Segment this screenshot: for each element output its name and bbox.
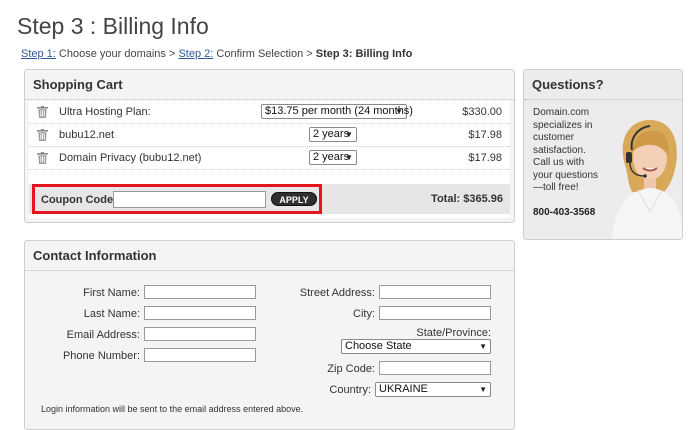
- contact-information-title: Contact Information: [25, 241, 514, 271]
- select-value: 2 years: [313, 151, 350, 163]
- contact-information-panel: Contact Information First Name: Last Nam…: [24, 240, 515, 430]
- questions-title: Questions?: [524, 70, 682, 100]
- dropdown-arrow-icon: ▼: [479, 385, 487, 394]
- dropdown-arrow-icon: ▼: [395, 107, 403, 116]
- cart-item-name: Ultra Hosting Plan:: [59, 106, 151, 118]
- breadcrumb-step1-text: Choose your domains >: [55, 48, 179, 60]
- cart-row: Ultra Hosting Plan: $13.75 per month (24…: [29, 101, 510, 124]
- support-agent-image: [612, 119, 682, 239]
- country-select[interactable]: UKRAINE ▼: [375, 382, 491, 397]
- trash-icon[interactable]: [37, 129, 48, 141]
- state-select[interactable]: Choose State ▼: [341, 339, 491, 354]
- coupon-label: Coupon Code:: [41, 194, 117, 206]
- cart-row: Domain Privacy (bubu12.net) 2 years ▼ $17…: [29, 147, 510, 170]
- street-address-label: Street Address:: [299, 287, 375, 299]
- last-name-field[interactable]: [144, 306, 256, 320]
- cart-items: Ultra Hosting Plan: $13.75 per month (24…: [29, 101, 510, 218]
- last-name-label: Last Name:: [83, 308, 140, 320]
- support-phone: 800-403-3568: [533, 207, 596, 218]
- breadcrumb-step2-text: Confirm Selection >: [213, 48, 316, 60]
- domain-term-select[interactable]: 2 years ▼: [309, 127, 357, 142]
- dropdown-arrow-icon: ▼: [345, 153, 353, 162]
- dropdown-arrow-icon: ▼: [479, 342, 487, 351]
- apply-button[interactable]: APPLY: [271, 192, 317, 206]
- email-field[interactable]: [144, 327, 256, 341]
- city-label: City:: [353, 308, 375, 320]
- questions-text: Domain.com specializes in customer satis…: [533, 107, 599, 193]
- cart-item-price: $17.98: [468, 129, 502, 141]
- shopping-cart-panel: Shopping Cart Ultra Hosting Plan: $13.75…: [24, 69, 515, 223]
- phone-field[interactable]: [144, 348, 256, 362]
- cart-total: Total: $365.96: [431, 193, 503, 205]
- select-value: UKRAINE: [379, 383, 428, 395]
- page-title: Step 3 : Billing Info: [17, 13, 209, 39]
- select-value: 2 years: [313, 128, 350, 140]
- breadcrumb-current-step: Step 3: Billing Info: [315, 48, 413, 60]
- first-name-label: First Name:: [83, 287, 140, 299]
- first-name-field[interactable]: [144, 285, 256, 299]
- zip-code-field[interactable]: [379, 361, 491, 375]
- city-field[interactable]: [379, 306, 491, 320]
- cart-row: bubu12.net 2 years ▼ $17.98: [29, 124, 510, 147]
- cart-item-name: bubu12.net: [59, 129, 115, 141]
- select-value: $13.75 per month (24 months): [265, 105, 413, 117]
- login-info-note: Login information will be sent to the em…: [41, 404, 304, 414]
- coupon-code-input[interactable]: [113, 191, 266, 208]
- coupon-highlight-box: Coupon Code: APPLY: [32, 184, 322, 214]
- dropdown-arrow-icon: ▼: [345, 130, 353, 139]
- email-label: Email Address:: [66, 329, 140, 341]
- trash-icon[interactable]: [37, 152, 48, 164]
- hosting-term-select[interactable]: $13.75 per month (24 months) ▼: [261, 104, 413, 119]
- trash-icon[interactable]: [37, 106, 48, 118]
- questions-panel: Questions? Domain.com specializes in cus…: [523, 69, 683, 240]
- coupon-bar: Coupon Code: APPLY Total: $365.96: [29, 184, 510, 214]
- cart-item-price: $330.00: [462, 106, 502, 118]
- select-value: Choose State: [345, 340, 412, 352]
- cart-item-price: $17.98: [468, 152, 502, 164]
- breadcrumb-step1-link[interactable]: Step 1:: [21, 48, 56, 60]
- state-label: State/Province:: [416, 327, 491, 339]
- breadcrumb-step2-link[interactable]: Step 2:: [178, 48, 213, 60]
- phone-label: Phone Number:: [62, 350, 140, 362]
- country-label: Country:: [329, 384, 371, 396]
- breadcrumb: Step 1: Choose your domains > Step 2: Co…: [21, 48, 412, 60]
- street-address-field[interactable]: [379, 285, 491, 299]
- zip-code-label: Zip Code:: [327, 363, 375, 375]
- privacy-term-select[interactable]: 2 years ▼: [309, 150, 357, 165]
- shopping-cart-title: Shopping Cart: [25, 70, 514, 100]
- cart-item-name: Domain Privacy (bubu12.net): [59, 152, 202, 164]
